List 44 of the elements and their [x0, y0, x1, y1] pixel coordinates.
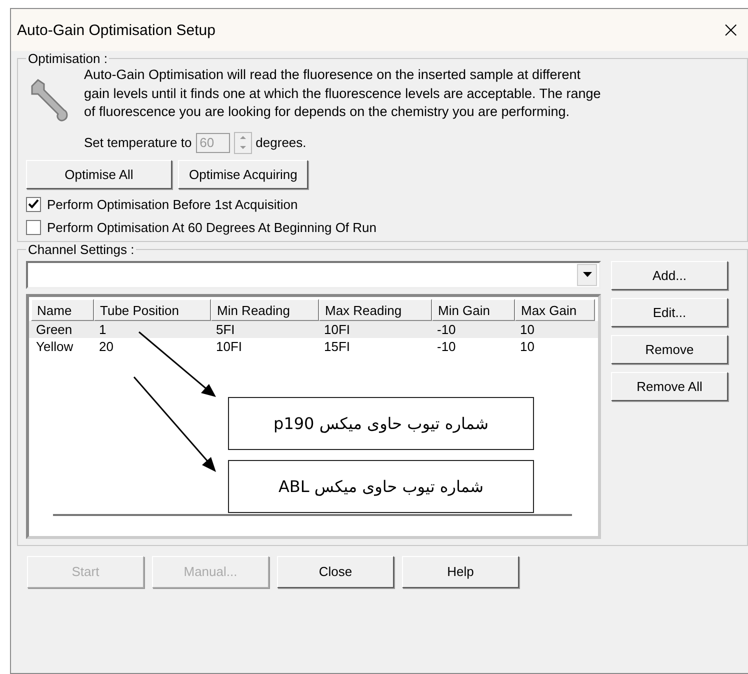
- temperature-label: Set temperature to: [84, 135, 192, 150]
- temperature-unit: degrees.: [256, 135, 306, 150]
- column-header[interactable]: Name: [31, 298, 94, 320]
- channel-button[interactable]: Remove: [611, 334, 728, 364]
- column-header[interactable]: Max Gain: [515, 298, 595, 320]
- footer-button[interactable]: Close: [277, 556, 394, 588]
- group-legend: Channel Settings :: [26, 242, 136, 256]
- description-text: Auto-Gain Optimisation will read the fluoresence on the inserted sample at different gain levels until it finds one at which the fluorescence levels are acceptable. The range of fluorescence you are looking for depends on the chemistry you are performing.: [84, 66, 602, 121]
- table-cell-text: 15FI: [323, 338, 352, 354]
- table-cell-text: -10: [436, 322, 457, 336]
- spin-buttons[interactable]: [234, 132, 252, 154]
- table-cell-text: 10FI: [215, 338, 244, 354]
- close-button[interactable]: ×: [712, 18, 748, 42]
- table-cell-text: 10: [519, 322, 536, 336]
- channel-row[interactable]: Green 1 5FI 10FI -10 10: [29, 320, 598, 338]
- channel-button[interactable]: Remove All: [611, 372, 728, 400]
- table-cell-text: 20: [98, 338, 114, 354]
- checkbox[interactable]: [26, 220, 41, 234]
- annotation-box: شماره تیوب حاوی میکس ABL: [228, 460, 534, 512]
- checkbox[interactable]: [26, 196, 41, 212]
- table-cell-text: 5FI: [215, 322, 236, 336]
- column-header[interactable]: Min Gain: [432, 298, 515, 320]
- table-cell-text: Green: [35, 322, 74, 336]
- channel-button[interactable]: Add...: [611, 260, 728, 290]
- optimise-button[interactable]: Optimise Acquiring: [178, 160, 308, 188]
- table-cell-text: Yellow: [35, 338, 74, 354]
- annotation-box: شماره تیوب حاوی میکس p190: [228, 396, 534, 450]
- window-title: Auto-Gain Optimisation Setup: [17, 22, 216, 38]
- table-cell-text: 1: [98, 322, 108, 336]
- table-cell-text: 10FI: [323, 322, 352, 336]
- optimise-button[interactable]: Optimise All: [26, 160, 172, 188]
- checkbox-label: Perform Optimisation Before 1st Acquisition: [47, 196, 298, 212]
- column-header[interactable]: Max Reading: [319, 298, 432, 320]
- channel-button[interactable]: Edit...: [611, 298, 728, 326]
- table-cell-text: 10: [519, 338, 536, 354]
- channel-dropdown[interactable]: [26, 260, 601, 288]
- scroll-bar[interactable]: [53, 514, 572, 516]
- checkbox-label: Perform Optimisation At 60 Degrees At Beginning Of Run: [47, 220, 377, 234]
- column-header[interactable]: Min Reading: [211, 298, 319, 320]
- footer-button[interactable]: Help: [402, 556, 519, 588]
- table-cell-text: -10: [436, 338, 457, 354]
- channel-row[interactable]: Yellow 20 10FI 15FI -10 10: [29, 338, 598, 354]
- group-legend: Optimisation :: [26, 51, 110, 66]
- column-header[interactable]: Tube Position: [94, 298, 211, 320]
